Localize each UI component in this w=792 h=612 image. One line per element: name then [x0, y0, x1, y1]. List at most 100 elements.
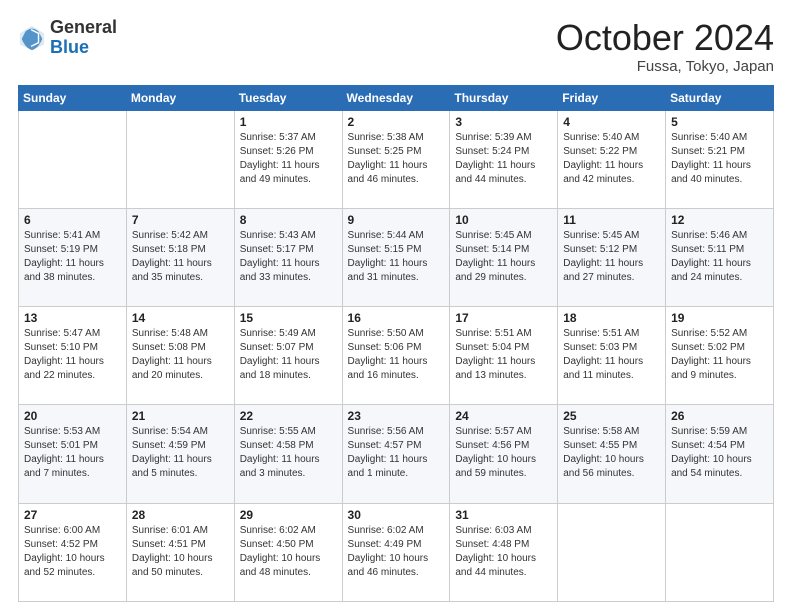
month-title: October 2024: [556, 18, 774, 58]
day-info: Sunrise: 5:37 AM Sunset: 5:26 PM Dayligh…: [240, 131, 337, 187]
calendar-cell: 27 Sunrise: 6:00 AM Sunset: 4:52 PM Dayli…: [19, 503, 127, 601]
header-friday: Friday: [558, 85, 666, 110]
calendar-cell: [19, 110, 127, 208]
logo-icon: [18, 24, 46, 52]
day-info: Sunrise: 6:02 AM Sunset: 4:50 PM Dayligh…: [240, 524, 337, 580]
day-number: 7: [132, 213, 229, 227]
calendar-week-2: 6 Sunrise: 5:41 AM Sunset: 5:19 PM Daylig…: [19, 208, 774, 306]
day-info: Sunrise: 5:42 AM Sunset: 5:18 PM Dayligh…: [132, 229, 229, 285]
header-thursday: Thursday: [450, 85, 558, 110]
calendar-cell: 1Sunrise: 5:37 AM Sunset: 5:26 PM Daylig…: [234, 110, 342, 208]
calendar-cell: 8 Sunrise: 5:43 AM Sunset: 5:17 PM Daylig…: [234, 208, 342, 306]
day-number: 26: [671, 409, 768, 423]
day-number: 9: [348, 213, 445, 227]
day-info: Sunrise: 5:57 AM Sunset: 4:56 PM Dayligh…: [455, 425, 552, 481]
calendar-cell: 9 Sunrise: 5:44 AM Sunset: 5:15 PM Daylig…: [342, 208, 450, 306]
calendar-table: Sunday Monday Tuesday Wednesday Thursday…: [18, 85, 774, 602]
day-info: Sunrise: 6:03 AM Sunset: 4:48 PM Dayligh…: [455, 524, 552, 580]
day-number: 21: [132, 409, 229, 423]
calendar-cell: [666, 503, 774, 601]
day-info: Sunrise: 5:55 AM Sunset: 4:58 PM Dayligh…: [240, 425, 337, 481]
calendar-cell: 2 Sunrise: 5:38 AM Sunset: 5:25 PM Daylig…: [342, 110, 450, 208]
calendar-cell: 29 Sunrise: 6:02 AM Sunset: 4:50 PM Dayli…: [234, 503, 342, 601]
day-info: Sunrise: 6:02 AM Sunset: 4:49 PM Dayligh…: [348, 524, 445, 580]
calendar-body: 1Sunrise: 5:37 AM Sunset: 5:26 PM Daylig…: [19, 110, 774, 601]
day-info: Sunrise: 5:51 AM Sunset: 5:03 PM Dayligh…: [563, 327, 660, 383]
day-number: 15: [240, 311, 337, 325]
day-number: 6: [24, 213, 121, 227]
day-number: 14: [132, 311, 229, 325]
page-header: General Blue October 2024 Fussa, Tokyo, …: [18, 18, 774, 75]
calendar-cell: 12 Sunrise: 5:46 AM Sunset: 5:11 PM Dayli…: [666, 208, 774, 306]
calendar-cell: 7 Sunrise: 5:42 AM Sunset: 5:18 PM Daylig…: [126, 208, 234, 306]
calendar-cell: 19 Sunrise: 5:52 AM Sunset: 5:02 PM Dayli…: [666, 307, 774, 405]
day-number: 18: [563, 311, 660, 325]
day-number: 24: [455, 409, 552, 423]
day-info: Sunrise: 5:47 AM Sunset: 5:10 PM Dayligh…: [24, 327, 121, 383]
day-info: Sunrise: 5:45 AM Sunset: 5:12 PM Dayligh…: [563, 229, 660, 285]
day-number: 11: [563, 213, 660, 227]
header-monday: Monday: [126, 85, 234, 110]
calendar-cell: 13 Sunrise: 5:47 AM Sunset: 5:10 PM Dayli…: [19, 307, 127, 405]
day-number: 20: [24, 409, 121, 423]
day-number: 3: [455, 115, 552, 129]
calendar-cell: 23Sunrise: 5:56 AM Sunset: 4:57 PM Dayli…: [342, 405, 450, 503]
calendar-header: Sunday Monday Tuesday Wednesday Thursday…: [19, 85, 774, 110]
calendar-cell: 10 Sunrise: 5:45 AM Sunset: 5:14 PM Dayli…: [450, 208, 558, 306]
weekday-header-row: Sunday Monday Tuesday Wednesday Thursday…: [19, 85, 774, 110]
day-number: 16: [348, 311, 445, 325]
day-info: Sunrise: 5:40 AM Sunset: 5:21 PM Dayligh…: [671, 131, 768, 187]
day-number: 25: [563, 409, 660, 423]
day-number: 19: [671, 311, 768, 325]
calendar-cell: [558, 503, 666, 601]
day-info: Sunrise: 6:00 AM Sunset: 4:52 PM Dayligh…: [24, 524, 121, 580]
day-info: Sunrise: 5:50 AM Sunset: 5:06 PM Dayligh…: [348, 327, 445, 383]
calendar-cell: 11 Sunrise: 5:45 AM Sunset: 5:12 PM Dayli…: [558, 208, 666, 306]
calendar-cell: 21Sunrise: 5:54 AM Sunset: 4:59 PM Dayli…: [126, 405, 234, 503]
day-number: 27: [24, 508, 121, 522]
day-info: Sunrise: 5:46 AM Sunset: 5:11 PM Dayligh…: [671, 229, 768, 285]
day-number: 31: [455, 508, 552, 522]
header-saturday: Saturday: [666, 85, 774, 110]
day-number: 4: [563, 115, 660, 129]
logo-text: General Blue: [50, 18, 117, 58]
calendar-cell: 14Sunrise: 5:48 AM Sunset: 5:08 PM Dayli…: [126, 307, 234, 405]
day-info: Sunrise: 5:41 AM Sunset: 5:19 PM Dayligh…: [24, 229, 121, 285]
calendar-cell: 6 Sunrise: 5:41 AM Sunset: 5:19 PM Daylig…: [19, 208, 127, 306]
calendar-week-3: 13 Sunrise: 5:47 AM Sunset: 5:10 PM Dayli…: [19, 307, 774, 405]
calendar-cell: 28Sunrise: 6:01 AM Sunset: 4:51 PM Dayli…: [126, 503, 234, 601]
header-wednesday: Wednesday: [342, 85, 450, 110]
day-number: 13: [24, 311, 121, 325]
day-number: 29: [240, 508, 337, 522]
day-info: Sunrise: 5:38 AM Sunset: 5:25 PM Dayligh…: [348, 131, 445, 187]
calendar-week-5: 27 Sunrise: 6:00 AM Sunset: 4:52 PM Dayli…: [19, 503, 774, 601]
calendar-cell: 24 Sunrise: 5:57 AM Sunset: 4:56 PM Dayli…: [450, 405, 558, 503]
day-info: Sunrise: 5:52 AM Sunset: 5:02 PM Dayligh…: [671, 327, 768, 383]
calendar-cell: 30Sunrise: 6:02 AM Sunset: 4:49 PM Dayli…: [342, 503, 450, 601]
calendar-week-1: 1Sunrise: 5:37 AM Sunset: 5:26 PM Daylig…: [19, 110, 774, 208]
day-info: Sunrise: 5:39 AM Sunset: 5:24 PM Dayligh…: [455, 131, 552, 187]
calendar-cell: 5 Sunrise: 5:40 AM Sunset: 5:21 PM Daylig…: [666, 110, 774, 208]
day-info: Sunrise: 5:43 AM Sunset: 5:17 PM Dayligh…: [240, 229, 337, 285]
day-number: 28: [132, 508, 229, 522]
day-info: Sunrise: 5:59 AM Sunset: 4:54 PM Dayligh…: [671, 425, 768, 481]
calendar-cell: 3 Sunrise: 5:39 AM Sunset: 5:24 PM Daylig…: [450, 110, 558, 208]
day-number: 17: [455, 311, 552, 325]
header-tuesday: Tuesday: [234, 85, 342, 110]
day-number: 12: [671, 213, 768, 227]
day-info: Sunrise: 5:51 AM Sunset: 5:04 PM Dayligh…: [455, 327, 552, 383]
day-number: 10: [455, 213, 552, 227]
day-number: 5: [671, 115, 768, 129]
calendar-cell: 20 Sunrise: 5:53 AM Sunset: 5:01 PM Dayli…: [19, 405, 127, 503]
day-info: Sunrise: 5:45 AM Sunset: 5:14 PM Dayligh…: [455, 229, 552, 285]
calendar-cell: 18 Sunrise: 5:51 AM Sunset: 5:03 PM Dayli…: [558, 307, 666, 405]
day-info: Sunrise: 5:40 AM Sunset: 5:22 PM Dayligh…: [563, 131, 660, 187]
day-info: Sunrise: 5:53 AM Sunset: 5:01 PM Dayligh…: [24, 425, 121, 481]
location: Fussa, Tokyo, Japan: [556, 58, 774, 75]
calendar-cell: 22 Sunrise: 5:55 AM Sunset: 4:58 PM Dayli…: [234, 405, 342, 503]
day-info: Sunrise: 5:44 AM Sunset: 5:15 PM Dayligh…: [348, 229, 445, 285]
day-number: 8: [240, 213, 337, 227]
day-info: Sunrise: 5:58 AM Sunset: 4:55 PM Dayligh…: [563, 425, 660, 481]
day-number: 22: [240, 409, 337, 423]
day-number: 2: [348, 115, 445, 129]
